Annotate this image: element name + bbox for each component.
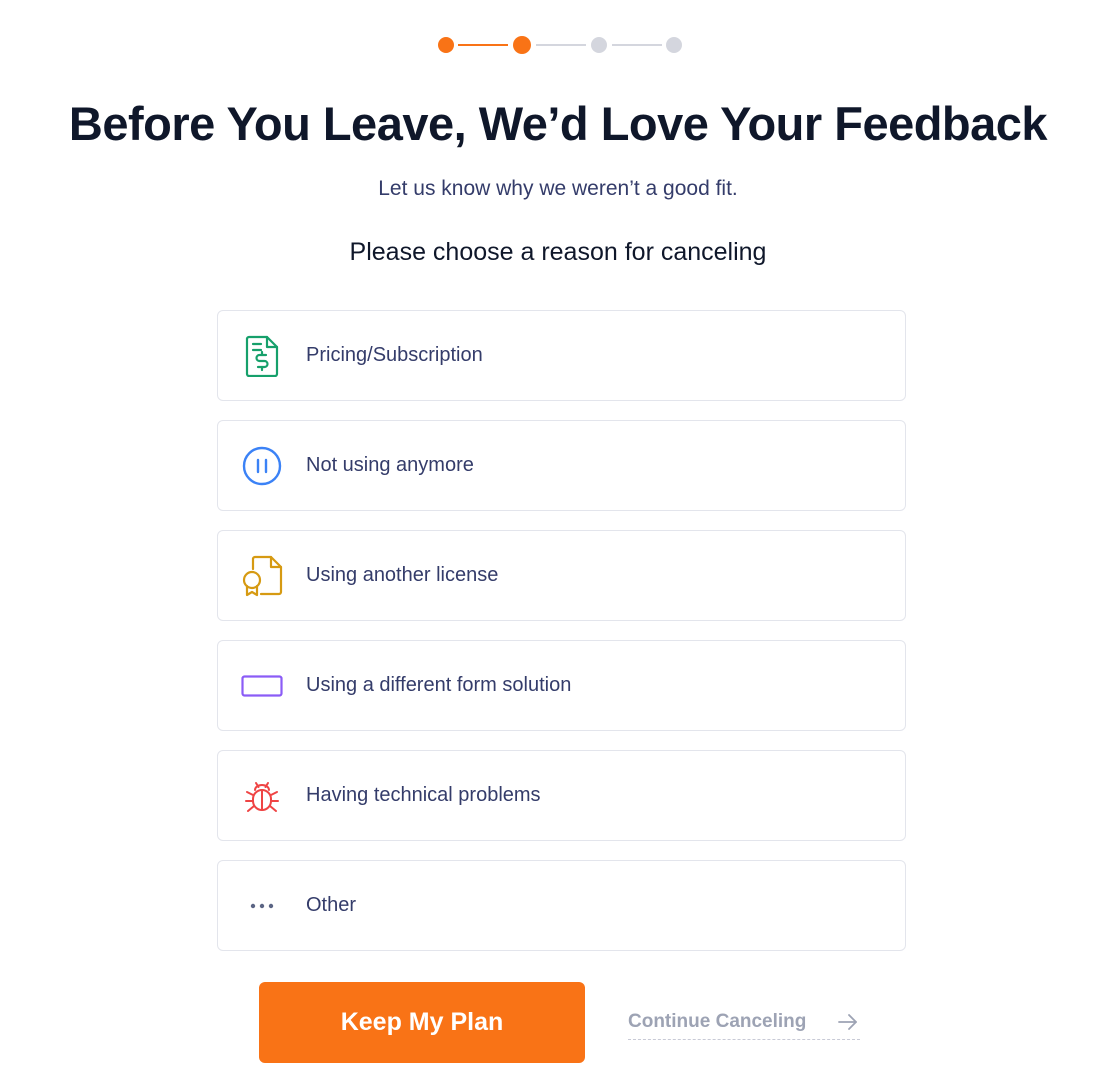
- option-label: Other: [306, 894, 357, 916]
- step-connector-1: [458, 44, 508, 46]
- reason-prompt: Please choose a reason for canceling: [349, 238, 767, 266]
- keep-my-plan-button[interactable]: Keep My Plan: [259, 982, 585, 1063]
- option-pricing-subscription[interactable]: Pricing/Subscription: [217, 310, 906, 401]
- more-dots-icon: [240, 884, 284, 928]
- rectangle-field-icon: [240, 664, 284, 708]
- continue-canceling-link[interactable]: Continue Canceling: [628, 1004, 860, 1040]
- option-another-license[interactable]: Using another license: [217, 530, 906, 621]
- arrow-right-icon: [838, 1013, 858, 1030]
- invoice-dollar-icon: [240, 334, 284, 378]
- option-technical-problems[interactable]: Having technical problems: [217, 750, 906, 841]
- option-label: Using another license: [306, 564, 499, 586]
- option-label: Having technical problems: [306, 784, 541, 806]
- bug-icon: [240, 774, 284, 818]
- option-other[interactable]: Other: [217, 860, 906, 951]
- pause-circle-icon: [240, 444, 284, 488]
- option-not-using-anymore[interactable]: Not using anymore: [217, 420, 906, 511]
- option-label: Using a different form solution: [306, 674, 572, 696]
- step-4-dot: [666, 37, 682, 53]
- option-different-form-solution[interactable]: Using a different form solution: [217, 640, 906, 731]
- certificate-document-icon: [240, 554, 284, 598]
- page-subtitle: Let us know why we weren’t a good fit.: [378, 177, 738, 200]
- step-connector-3: [612, 44, 662, 46]
- progress-stepper: [438, 36, 682, 54]
- option-label: Not using anymore: [306, 454, 474, 476]
- page-title: Before You Leave, We’d Love Your Feedbac…: [68, 97, 1048, 150]
- step-1-dot: [438, 37, 454, 53]
- option-label: Pricing/Subscription: [306, 344, 483, 366]
- reason-options-list: Pricing/Subscription Not using anymore U…: [217, 310, 906, 970]
- step-2-dot: [513, 36, 531, 54]
- continue-canceling-label: Continue Canceling: [628, 1010, 807, 1032]
- step-connector-2: [536, 44, 586, 46]
- step-3-dot: [591, 37, 607, 53]
